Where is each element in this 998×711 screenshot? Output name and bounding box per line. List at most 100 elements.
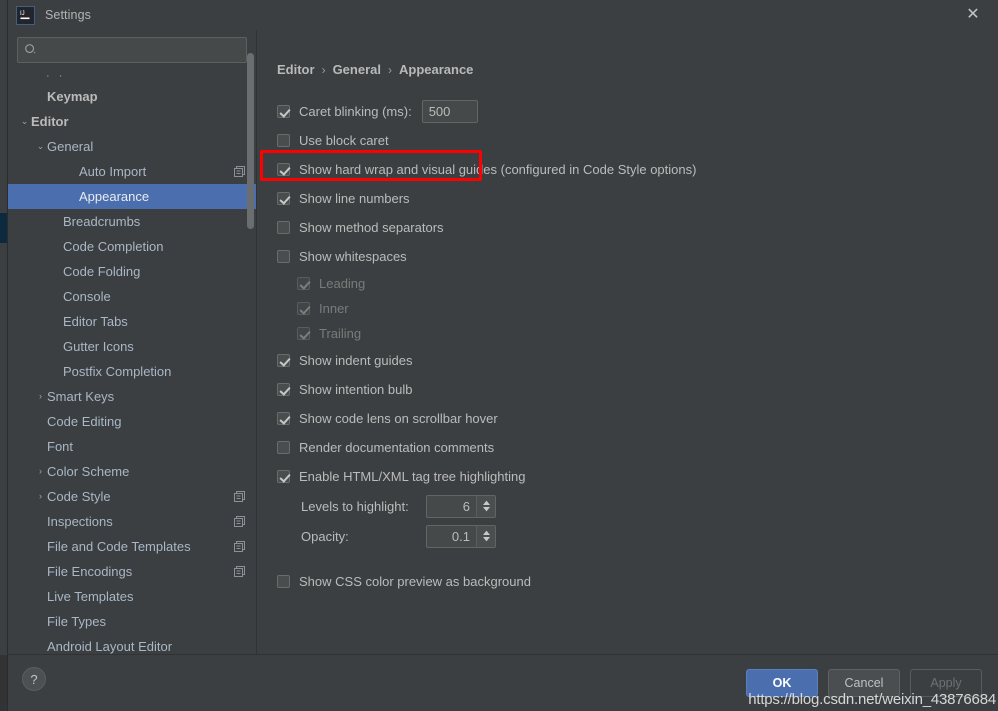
option-row-show-code-lens: Show code lens on scrollbar hover [277, 404, 978, 433]
search-input[interactable] [38, 43, 240, 57]
checkbox-render-documentation-comments[interactable] [277, 441, 290, 454]
sidebar-item-label: Console [63, 289, 111, 304]
opacity-value[interactable] [427, 525, 476, 547]
option-row-whitespace-inner: Inner [297, 296, 978, 321]
sidebar-item-label: Keymap [47, 89, 98, 104]
checkbox-enable-html-xml-tag-tree-highlighting[interactable] [277, 470, 290, 483]
spinner-options: Levels to highlight: Opacity: [277, 491, 978, 551]
sidebar-item-general[interactable]: ⌄ General [8, 134, 256, 159]
search-icon [24, 43, 38, 57]
sidebar-item-label: Code Folding [63, 264, 141, 279]
label-show-method-separators: Show method separators [299, 220, 444, 235]
label-render-documentation-comments: Render documentation comments [299, 440, 495, 455]
cancel-button[interactable]: Cancel [828, 669, 900, 697]
checkbox-show-indent-guides[interactable] [277, 354, 290, 367]
checkbox-caret-blinking[interactable] [277, 105, 290, 118]
sidebar-item-code-folding[interactable]: Code Folding [8, 259, 256, 284]
sidebar-item-inspections[interactable]: Inspections [8, 509, 256, 534]
label-whitespace-trailing: Trailing [319, 326, 362, 341]
checkbox-show-css-color-preview[interactable] [277, 575, 290, 588]
label-use-block-caret: Use block caret [299, 133, 389, 148]
ok-button[interactable]: OK [746, 669, 818, 697]
breadcrumb: Editor › General › Appearance [277, 62, 978, 77]
sidebar-item-label: Code Style [47, 489, 111, 504]
close-icon[interactable]: ✕ [962, 4, 984, 26]
label-whitespace-leading: Leading [319, 276, 366, 291]
chevron-down-icon[interactable]: ⌄ [34, 142, 47, 151]
help-icon[interactable]: ? [22, 667, 46, 691]
sidebar-item-label: Code Editing [47, 414, 122, 429]
chevron-right-icon[interactable]: › [34, 492, 47, 501]
sidebar-item-appearance[interactable]: Appearance [8, 184, 256, 209]
sidebar-item-label: Editor Tabs [63, 314, 128, 329]
sidebar-item-gutter-icons[interactable]: Gutter Icons [8, 334, 256, 359]
settings-sidebar: · · Keymap ⌄ Editor ⌄ General Auto Import Appe… [8, 30, 257, 654]
checkbox-show-line-numbers[interactable] [277, 192, 290, 205]
caret-blinking-input[interactable] [421, 100, 478, 123]
checkbox-show-whitespaces[interactable] [277, 250, 290, 263]
sidebar-item-label: Gutter Icons [63, 339, 134, 354]
sidebar-item-breadcrumbs[interactable]: Breadcrumbs [8, 209, 256, 234]
breadcrumb-item-editor[interactable]: Editor [277, 62, 315, 77]
label-opacity: Opacity: [301, 528, 349, 544]
dialog-title-bar: IJ Settings ✕ [8, 0, 998, 30]
sidebar-item-label: General [47, 139, 94, 154]
checkbox-whitespace-trailing [297, 327, 310, 340]
search-field[interactable] [17, 37, 247, 63]
sidebar-item-console[interactable]: Console [8, 284, 256, 309]
sidebar-item-file-encodings[interactable]: File Encodings [8, 559, 256, 584]
svg-text:IJ: IJ [20, 11, 25, 17]
sidebar-item-editor-tabs[interactable]: Editor Tabs [8, 309, 256, 334]
sidebar-item-code-completion[interactable]: Code Completion [8, 234, 256, 259]
sidebar-item-code-style[interactable]: › Code Style [8, 484, 256, 509]
sidebar-item-label: Color Scheme [47, 464, 130, 479]
sidebar-item-postfix-completion[interactable]: Postfix Completion [8, 359, 256, 384]
option-row-show-css-color-preview: Show CSS color preview as background [277, 567, 978, 596]
checkbox-show-intention-bulb[interactable] [277, 383, 290, 396]
sidebar-item-file-and-code-templates[interactable]: File and Code Templates [8, 534, 256, 559]
label-show-code-lens: Show code lens on scrollbar hover [299, 411, 498, 426]
option-row-caret-blinking: Caret blinking (ms): [277, 97, 978, 126]
checkbox-use-block-caret[interactable] [277, 134, 290, 147]
spinner-levels-to-highlight[interactable] [426, 494, 496, 518]
sidebar-item-smart-keys[interactable]: › Smart Keys [8, 384, 256, 409]
sidebar-item-editor[interactable]: ⌄ Editor [8, 109, 256, 134]
sidebar-item-font[interactable]: Font [8, 434, 256, 459]
option-row-whitespace-trailing: Trailing [297, 321, 978, 346]
spinner-row-opacity: Opacity: [277, 521, 978, 551]
chevron-down-icon[interactable]: ⌄ [18, 117, 31, 126]
sidebar-item-label: Inspections [47, 514, 113, 529]
spinner-stepper-opacity[interactable] [476, 525, 495, 547]
sidebar-item-label: Android Layout Editor [47, 639, 173, 654]
intellij-idea-icon: IJ [16, 5, 35, 25]
sidebar-item-label: Code Completion [63, 239, 164, 254]
spinner-opacity[interactable] [426, 524, 496, 548]
option-row-show-intention-bulb: Show intention bulb [277, 375, 978, 404]
sidebar-item-file-types[interactable]: File Types [8, 609, 256, 634]
checkbox-show-method-separators[interactable] [277, 221, 290, 234]
checkbox-whitespace-inner [297, 302, 310, 315]
sidebar-item-label: Appearance [79, 189, 150, 204]
checkbox-show-code-lens[interactable] [277, 412, 290, 425]
checkbox-show-hard-wrap[interactable] [277, 163, 290, 176]
chevron-right-icon[interactable]: › [34, 467, 47, 476]
option-row-whitespace-leading: Leading [297, 271, 978, 296]
sidebar-item-color-scheme[interactable]: › Color Scheme [8, 459, 256, 484]
option-row-enable-html-xml-tag-tree-highlighting: Enable HTML/XML tag tree highlighting [277, 462, 978, 491]
breadcrumb-item-general[interactable]: General [333, 62, 381, 77]
spinner-row-levels-to-highlight: Levels to highlight: [277, 491, 978, 521]
chevron-right-icon[interactable]: › [34, 392, 47, 401]
label-levels-to-highlight: Levels to highlight: [301, 498, 409, 514]
sidebar-item-live-templates[interactable]: Live Templates [8, 584, 256, 609]
spinner-stepper-levels-to-highlight[interactable] [476, 495, 495, 517]
sidebar-item-keymap[interactable]: Keymap [8, 84, 256, 109]
sidebar-item-android-layout-editor[interactable]: Android Layout Editor [8, 634, 256, 654]
sidebar-scrollbar[interactable] [245, 33, 256, 654]
sidebar-item-code-editing[interactable]: Code Editing [8, 409, 256, 434]
sidebar-item-label: Smart Keys [47, 389, 115, 404]
levels-to-highlight-value[interactable] [427, 495, 476, 517]
sidebar-item-auto-import[interactable]: Auto Import [8, 159, 256, 184]
checkbox-whitespace-leading [297, 277, 310, 290]
sidebar-scrollbar-thumb[interactable] [247, 53, 254, 229]
chevron-down-icon [482, 537, 490, 542]
